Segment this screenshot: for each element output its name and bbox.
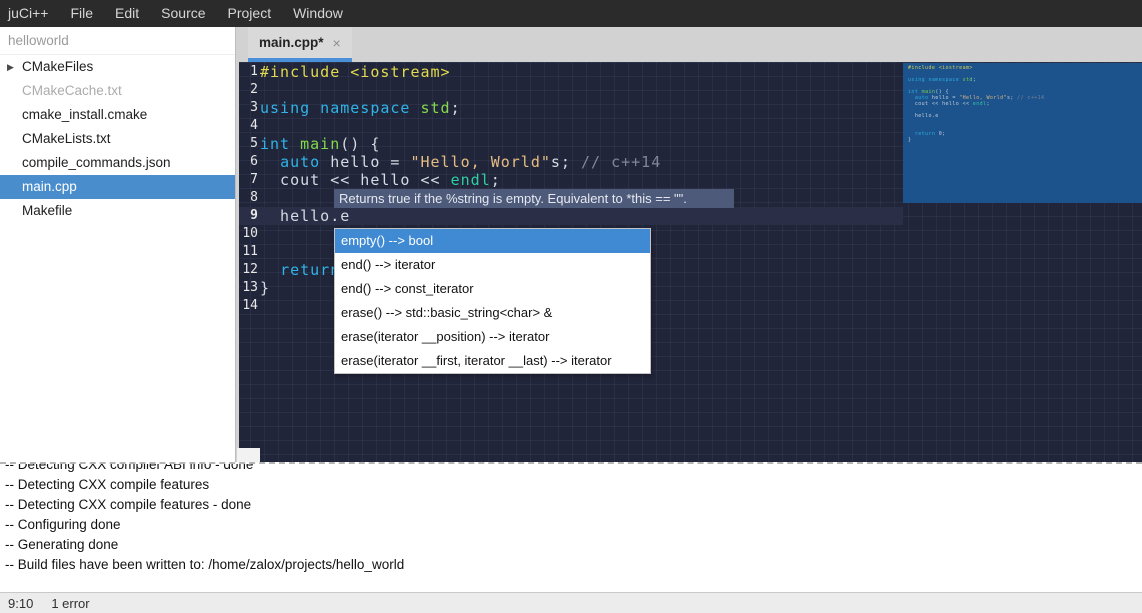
close-icon[interactable]: ×: [333, 35, 341, 51]
line-number: 3: [239, 99, 258, 117]
statusbar: 9:10 1 error: [0, 592, 1142, 613]
line-number-gutter: 1 2 3 4 5 6 7 8 9 10 11 12 13 14: [239, 63, 258, 315]
autocomplete-item[interactable]: erase(iterator __first, iterator __last)…: [335, 349, 650, 373]
code-token: [260, 261, 280, 279]
autocomplete-popup: empty() --> bool end() --> iterator end(…: [334, 228, 651, 374]
autocomplete-item[interactable]: erase(iterator __position) --> iterator: [335, 325, 650, 349]
code-token: return: [280, 261, 340, 279]
autocomplete-item[interactable]: end() --> iterator: [335, 253, 650, 277]
output-line: -- Generating done: [5, 535, 1142, 555]
code-token: int: [260, 135, 300, 153]
code-token: #include <iostream>: [260, 63, 451, 81]
menu-edit[interactable]: Edit: [104, 0, 150, 27]
code-token: cout << hello <<: [260, 171, 451, 189]
line-number: 7: [239, 171, 258, 189]
code-token: hello =: [320, 153, 410, 171]
sidebar-item-compile-commands[interactable]: compile_commands.json: [0, 151, 235, 175]
file-label: CMakeCache.txt: [22, 79, 122, 103]
build-output-text: -- Detecting CXX compiler ABI info - don…: [0, 462, 1142, 575]
juci-window: juCi++ File Edit Source Project Window h…: [0, 0, 1142, 613]
output-line: -- Detecting CXX compile features - done: [5, 495, 1142, 515]
scrollbar-corner: [237, 448, 260, 462]
code-token: "Hello, World": [410, 153, 550, 171]
doc-tooltip: Returns true if the %string is empty. Eq…: [334, 189, 734, 208]
sidebar-item-makefile[interactable]: Makefile: [0, 199, 235, 223]
file-label: main.cpp: [22, 175, 77, 199]
code-token: }: [260, 279, 270, 297]
code-token: auto: [280, 153, 320, 171]
build-output-panel[interactable]: -- Detecting CXX compiler ABI info - don…: [0, 462, 1142, 592]
file-label: Makefile: [22, 199, 72, 223]
file-label: CMakeFiles: [22, 55, 93, 79]
line-number-current: 9: [239, 207, 258, 225]
sidebar-item-cmake-install[interactable]: cmake_install.cmake: [0, 103, 235, 127]
line-number: 12: [239, 261, 258, 279]
code-line: int main() {: [260, 135, 900, 153]
code-token: ;: [491, 171, 501, 189]
sidebar-splitter[interactable]: [236, 62, 239, 462]
output-line: -- Build files have been written to: /ho…: [5, 555, 1142, 575]
code-token: [260, 153, 280, 171]
tab-label: main.cpp*: [259, 35, 324, 50]
code-line: [260, 117, 900, 135]
code-line: [908, 143, 1142, 149]
menu-app[interactable]: juCi++: [8, 0, 59, 27]
code-token: // c++14: [581, 153, 661, 171]
line-number: 8: [239, 189, 258, 207]
line-number: 2: [239, 81, 258, 99]
sidebar-item-cmakecache[interactable]: CMakeCache.txt: [0, 79, 235, 103]
line-number: 1: [239, 63, 258, 81]
file-label: cmake_install.cmake: [22, 103, 147, 127]
project-name: helloworld: [0, 27, 235, 55]
sidebar-item-cmakelists[interactable]: CMakeLists.txt: [0, 127, 235, 151]
code-line: auto hello = "Hello, World"s; // c++14: [260, 153, 900, 171]
line-number: 14: [239, 297, 258, 315]
code-token: () {: [340, 135, 380, 153]
code-token: std: [421, 99, 451, 117]
autocomplete-item[interactable]: end() --> const_iterator: [335, 277, 650, 301]
code-line-current: hello.e: [260, 207, 900, 225]
code-line: [260, 81, 900, 99]
line-number: 10: [239, 225, 258, 243]
sidebar-item-cmakefiles[interactable]: ▶ CMakeFiles: [0, 55, 235, 79]
sidebar-item-main-cpp[interactable]: main.cpp: [0, 175, 235, 199]
output-line: -- Configuring done: [5, 515, 1142, 535]
autocomplete-item[interactable]: erase() --> std::basic_string<char> &: [335, 301, 650, 325]
output-line: -- Detecting CXX compiler ABI info - don…: [5, 462, 1142, 475]
code-line: using namespace std;: [260, 99, 900, 117]
cursor-position: 9:10: [8, 596, 33, 611]
expand-arrow-icon[interactable]: ▶: [7, 55, 14, 79]
menubar: juCi++ File Edit Source Project Window: [0, 0, 1142, 27]
autocomplete-item-selected[interactable]: empty() --> bool: [335, 229, 650, 253]
code-token: endl: [451, 171, 491, 189]
menu-project[interactable]: Project: [217, 0, 283, 27]
line-number: 11: [239, 243, 258, 261]
menu-source[interactable]: Source: [150, 0, 216, 27]
line-number: 13: [239, 279, 258, 297]
line-number: 4: [239, 117, 258, 135]
code-token: ;: [451, 99, 461, 117]
file-label: CMakeLists.txt: [22, 127, 111, 151]
code-token: using namespace: [260, 99, 421, 117]
menu-window[interactable]: Window: [282, 0, 354, 27]
line-number: 6: [239, 153, 258, 171]
file-browser: helloworld ▶ CMakeFiles CMakeCache.txt c…: [0, 27, 236, 462]
code-editor[interactable]: 1 2 3 4 5 6 7 8 9 10 11 12 13 14 #includ…: [236, 62, 1142, 462]
file-label: compile_commands.json: [22, 151, 171, 175]
code-token: main: [300, 135, 340, 153]
minimap[interactable]: #include <iostream> using namespace std;…: [903, 62, 1142, 462]
code-line: cout << hello << endl;: [260, 171, 900, 189]
tab-main-cpp[interactable]: main.cpp* ×: [248, 27, 352, 62]
menu-file[interactable]: File: [59, 0, 104, 27]
code-token: hello.e: [260, 207, 350, 225]
output-line: -- Detecting CXX compile features: [5, 475, 1142, 495]
minimap-code: #include <iostream> using namespace std;…: [908, 65, 1142, 149]
error-count: 1 error: [51, 596, 89, 611]
code-token: s;: [551, 153, 581, 171]
tabbar: main.cpp* ×: [236, 27, 1142, 62]
code-line: #include <iostream>: [260, 63, 900, 81]
line-number: 5: [239, 135, 258, 153]
